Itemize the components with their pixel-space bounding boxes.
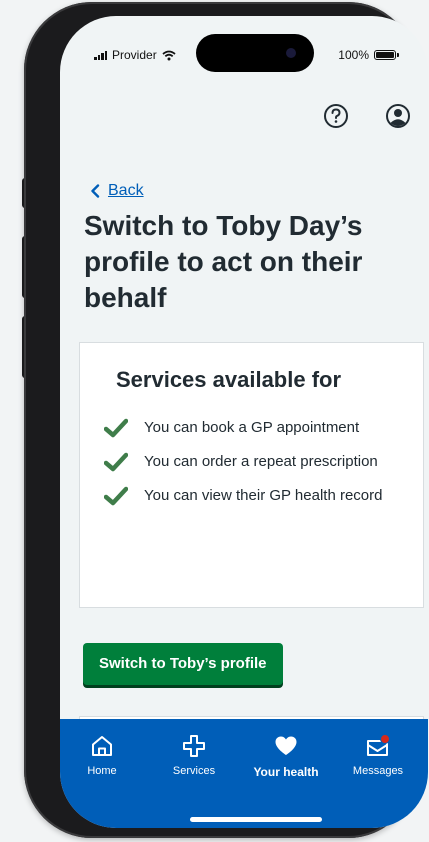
status-right: 100% bbox=[338, 48, 399, 62]
nav-label-your-health: Your health bbox=[253, 765, 319, 779]
nav-label-messages: Messages bbox=[352, 765, 404, 777]
services-list: You can book a GP appointment You can or… bbox=[104, 417, 404, 519]
switch-profile-button[interactable]: Switch to Toby’s profile bbox=[83, 643, 283, 685]
nav-item-home[interactable]: Home bbox=[62, 733, 142, 777]
wifi-icon bbox=[162, 50, 176, 60]
services-heading: Services available for bbox=[116, 367, 342, 392]
status-left: Provider bbox=[94, 48, 176, 62]
envelope-icon bbox=[367, 734, 390, 756]
nav-label-services: Services bbox=[172, 765, 216, 777]
service-label: You can view their GP health record bbox=[144, 487, 383, 504]
carrier-label: Provider bbox=[112, 48, 157, 62]
nav-item-messages[interactable]: Messages bbox=[338, 733, 418, 777]
back-link[interactable]: Back bbox=[90, 182, 144, 200]
services-card: Services available for You can book a GP… bbox=[79, 342, 424, 608]
heart-icon bbox=[275, 736, 297, 755]
status-bar: Provider 100% bbox=[60, 16, 428, 86]
camera-icon bbox=[286, 48, 296, 58]
signal-icon bbox=[94, 50, 107, 60]
phone-screen: Provider 100% Back Switch to Toby Day’s … bbox=[60, 16, 428, 828]
nav-label-home: Home bbox=[87, 765, 117, 777]
service-label: You can order a repeat prescription bbox=[144, 453, 378, 470]
list-item: You can order a repeat prescription bbox=[104, 451, 404, 473]
battery-percentage: 100% bbox=[338, 48, 369, 62]
tick-icon bbox=[104, 418, 128, 438]
cross-icon bbox=[183, 735, 205, 757]
page-title: Switch to Toby Day’s profile to act on t… bbox=[84, 210, 363, 313]
tick-icon bbox=[104, 452, 128, 472]
account-circle-icon[interactable] bbox=[384, 102, 412, 130]
bottom-navigation: Home Services Your health Messages bbox=[60, 719, 428, 828]
nav-item-your-health[interactable]: Your health bbox=[246, 733, 326, 779]
chevron-left-icon bbox=[91, 184, 100, 198]
list-item: You can view their GP health record bbox=[104, 485, 404, 507]
phone-frame: Provider 100% Back Switch to Toby Day’s … bbox=[24, 2, 428, 838]
home-indicator[interactable] bbox=[190, 817, 322, 822]
service-label: You can book a GP appointment bbox=[144, 419, 360, 436]
header-icons bbox=[322, 102, 412, 130]
home-icon bbox=[92, 736, 112, 756]
dynamic-island bbox=[196, 34, 314, 72]
nav-item-services[interactable]: Services bbox=[154, 733, 234, 777]
list-item: You can book a GP appointment bbox=[104, 417, 404, 439]
back-link-label[interactable]: Back bbox=[108, 182, 144, 200]
help-circle-icon[interactable] bbox=[322, 102, 350, 130]
tick-icon bbox=[104, 486, 128, 506]
battery-icon bbox=[374, 50, 399, 60]
